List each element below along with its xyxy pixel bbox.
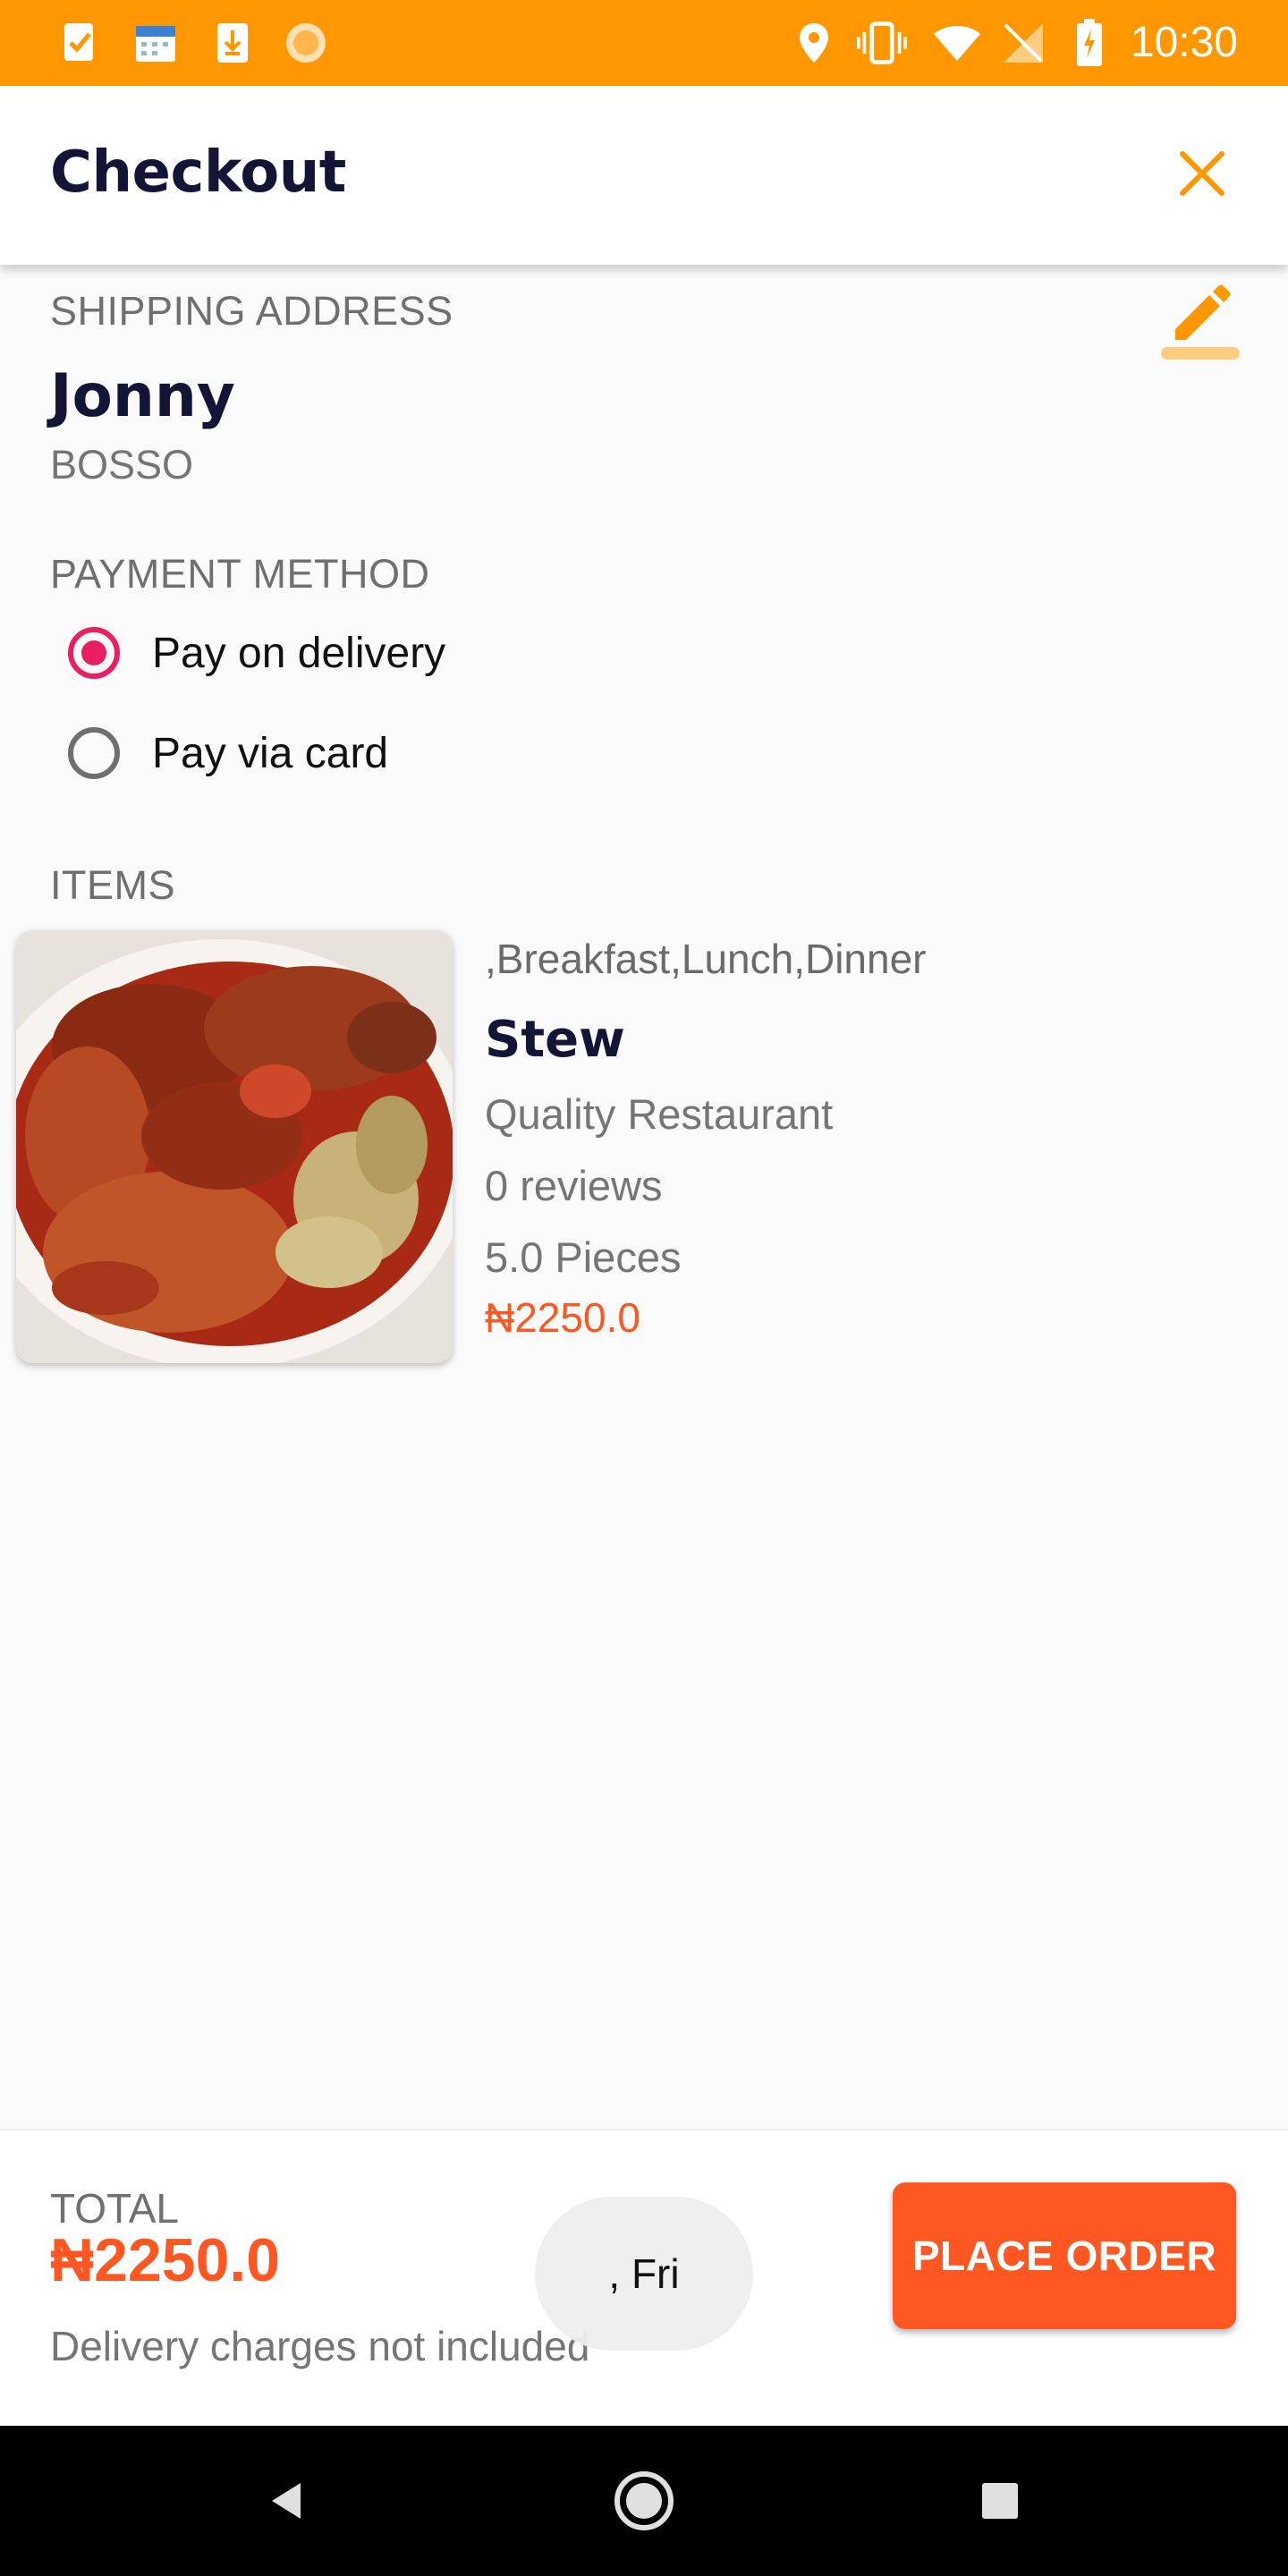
item-price: ₦2250.0	[485, 1294, 640, 1341]
home-button[interactable]	[608, 2465, 680, 2537]
recents-icon	[982, 2483, 1018, 2519]
item-restaurant: Quality Restaurant	[485, 1090, 834, 1138]
calendar-icon	[131, 18, 181, 68]
vibrate-icon	[857, 18, 907, 68]
status-time: 10:30	[1130, 19, 1238, 66]
total-value: ₦2250.0	[50, 2226, 281, 2294]
system-nav-bar	[0, 2426, 1288, 2576]
radio-button-unselected[interactable]	[68, 727, 120, 779]
item-quantity: 5.0 Pieces	[485, 1233, 682, 1281]
location-icon	[789, 18, 839, 68]
shipping-address: BOSSO	[50, 442, 194, 487]
home-icon	[614, 2471, 674, 2530]
date-toast: , Fri	[535, 2197, 753, 2351]
pencil-icon	[1161, 284, 1240, 360]
close-icon	[1180, 151, 1224, 196]
payment-option-label: Pay on delivery	[152, 629, 446, 677]
download-icon	[208, 18, 258, 68]
back-icon	[272, 2483, 301, 2519]
payment-method-label: PAYMENT METHOD	[50, 551, 430, 597]
item-name[interactable]: Stew	[485, 1011, 625, 1069]
shipping-address-label: SHIPPING ADDRESS	[50, 288, 453, 334]
app-bar: Checkout	[0, 86, 1288, 265]
battery-icon	[1064, 18, 1114, 68]
payment-option-label: Pay via card	[152, 729, 389, 777]
sun-icon	[281, 18, 331, 68]
shipping-name: Jonny	[50, 361, 235, 430]
no-sim-icon	[998, 18, 1048, 68]
page-title: Checkout	[50, 140, 346, 206]
delivery-note: Delivery charges not included	[50, 2323, 590, 2369]
close-button[interactable]	[1166, 138, 1238, 209]
radio-button-selected[interactable]	[68, 627, 120, 679]
task-icon	[55, 18, 106, 68]
recents-button[interactable]	[964, 2465, 1036, 2537]
food-image[interactable]	[16, 930, 453, 1363]
place-order-button[interactable]: PLACE ORDER	[893, 2182, 1236, 2329]
wifi-icon	[932, 18, 982, 68]
payment-option-delivery[interactable]: Pay on delivery	[50, 610, 445, 696]
item-categories: ,Breakfast,Lunch,Dinner	[485, 936, 927, 982]
item-reviews: 0 reviews	[485, 1162, 663, 1209]
items-label: ITEMS	[50, 862, 176, 908]
back-button[interactable]	[250, 2465, 322, 2537]
edit-address-button[interactable]	[1161, 274, 1240, 360]
payment-option-card[interactable]: Pay via card	[50, 710, 388, 796]
status-bar: 10:30	[0, 0, 1288, 86]
